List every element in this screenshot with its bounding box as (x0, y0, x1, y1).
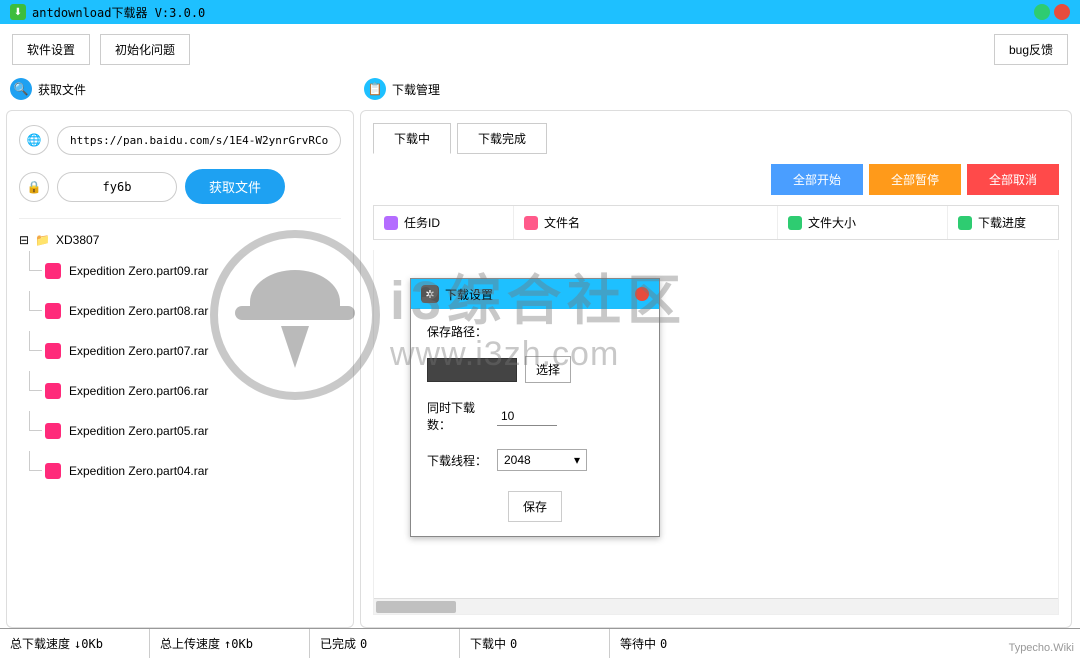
save-path-field[interactable] (427, 358, 517, 382)
progress-icon (958, 216, 972, 230)
status-up-label: 总上传速度 (160, 635, 220, 652)
col-filesize: 文件大小 (808, 214, 856, 231)
status-ing-value: 0 (510, 637, 517, 651)
download-settings-dialog: ✲ 下载设置 保存路径： 选择 同时下载数： 下载线程： 2048 ▾ 保存 (410, 278, 660, 537)
app-icon: ⬇ (10, 4, 26, 20)
file-name: Expedition Zero.part07.rar (69, 344, 208, 358)
tree-folder[interactable]: ⊟ 📁 XD3807 (19, 229, 341, 251)
concurrent-label: 同时下载数： (427, 399, 489, 433)
globe-icon: 🌐 (19, 125, 49, 155)
horizontal-scrollbar[interactable] (374, 598, 1058, 614)
filesize-icon (788, 216, 802, 230)
clipboard-icon: 📋 (364, 78, 386, 100)
window-title: antdownload下载器 V:3.0.0 (32, 4, 205, 21)
file-icon (45, 463, 61, 479)
dialog-title: 下载设置 (445, 286, 493, 303)
file-icon (45, 303, 61, 319)
fetch-panel-title: 获取文件 (38, 81, 86, 98)
status-down-label: 总下载速度 (10, 635, 70, 652)
status-wait-value: 0 (660, 637, 667, 651)
scrollbar-thumb[interactable] (376, 601, 456, 613)
folder-icon: 📁 (35, 233, 50, 247)
tree-item[interactable]: Expedition Zero.part08.rar (45, 291, 341, 331)
tab-completed[interactable]: 下载完成 (457, 123, 547, 154)
start-all-button[interactable]: 全部开始 (771, 164, 863, 195)
close-icon[interactable] (1054, 4, 1070, 20)
folder-label: XD3807 (56, 233, 99, 247)
tab-downloading[interactable]: 下载中 (373, 123, 451, 154)
status-bar: 总下载速度 ↓0Kb 总上传速度 ↑0Kb 已完成 0 下载中 0 等待中 0 (0, 628, 1080, 658)
threads-label: 下载线程： (427, 452, 489, 469)
pause-all-button[interactable]: 全部暂停 (869, 164, 961, 195)
main-toolbar: 软件设置 初始化问题 bug反馈 (0, 24, 1080, 74)
minimize-icon[interactable] (1034, 4, 1050, 20)
task-id-icon (384, 216, 398, 230)
fetch-panel: 🔍 获取文件 🌐 🔒 获取文件 ⊟ 📁 XD3807 Expeditio (0, 74, 360, 628)
status-up-value: ↑0Kb (224, 637, 253, 651)
status-done-value: 0 (360, 637, 367, 651)
file-icon (45, 423, 61, 439)
file-icon (45, 383, 61, 399)
threads-value: 2048 (504, 453, 531, 467)
settings-button[interactable]: 软件设置 (12, 34, 90, 65)
status-done-label: 已完成 (320, 635, 356, 652)
col-filename: 文件名 (544, 214, 580, 231)
code-input[interactable] (57, 172, 177, 202)
table-header: 任务ID 文件名 文件大小 下载进度 (373, 205, 1059, 240)
file-icon (45, 263, 61, 279)
file-icon (45, 343, 61, 359)
status-ing-label: 下载中 (470, 635, 506, 652)
file-name: Expedition Zero.part04.rar (69, 464, 208, 478)
status-wait-label: 等待中 (620, 635, 656, 652)
file-tree: ⊟ 📁 XD3807 Expedition Zero.part09.rar Ex… (19, 218, 341, 613)
dialog-close-icon[interactable] (635, 287, 649, 301)
file-name: Expedition Zero.part05.rar (69, 424, 208, 438)
collapse-icon[interactable]: ⊟ (19, 233, 29, 247)
file-name: Expedition Zero.part08.rar (69, 304, 208, 318)
file-name: Expedition Zero.part09.rar (69, 264, 208, 278)
tree-item[interactable]: Expedition Zero.part06.rar (45, 371, 341, 411)
lock-icon: 🔒 (19, 172, 49, 202)
window-titlebar: ⬇ antdownload下载器 V:3.0.0 (0, 0, 1080, 24)
cancel-all-button[interactable]: 全部取消 (967, 164, 1059, 195)
fetch-button[interactable]: 获取文件 (185, 169, 285, 204)
tree-item[interactable]: Expedition Zero.part04.rar (45, 451, 341, 491)
tree-item[interactable]: Expedition Zero.part07.rar (45, 331, 341, 371)
bug-feedback-button[interactable]: bug反馈 (994, 34, 1068, 65)
chevron-down-icon: ▾ (574, 453, 580, 467)
dialog-save-button[interactable]: 保存 (508, 491, 562, 522)
col-progress: 下载进度 (978, 214, 1026, 231)
search-icon: 🔍 (10, 78, 32, 100)
tree-item[interactable]: Expedition Zero.part05.rar (45, 411, 341, 451)
download-panel-title: 下载管理 (392, 81, 440, 98)
gear-icon: ✲ (421, 285, 439, 303)
status-down-value: ↓0Kb (74, 637, 103, 651)
watermark-corner: Typecho.Wiki (1009, 642, 1074, 654)
col-task-id: 任务ID (404, 214, 440, 231)
file-name: Expedition Zero.part06.rar (69, 384, 208, 398)
url-input[interactable] (57, 126, 341, 155)
filename-icon (524, 216, 538, 230)
select-path-button[interactable]: 选择 (525, 356, 571, 383)
concurrent-input[interactable] (497, 407, 557, 426)
tree-item[interactable]: Expedition Zero.part09.rar (45, 251, 341, 291)
init-button[interactable]: 初始化问题 (100, 34, 190, 65)
threads-dropdown[interactable]: 2048 ▾ (497, 449, 587, 471)
save-path-label: 保存路径： (427, 323, 489, 340)
